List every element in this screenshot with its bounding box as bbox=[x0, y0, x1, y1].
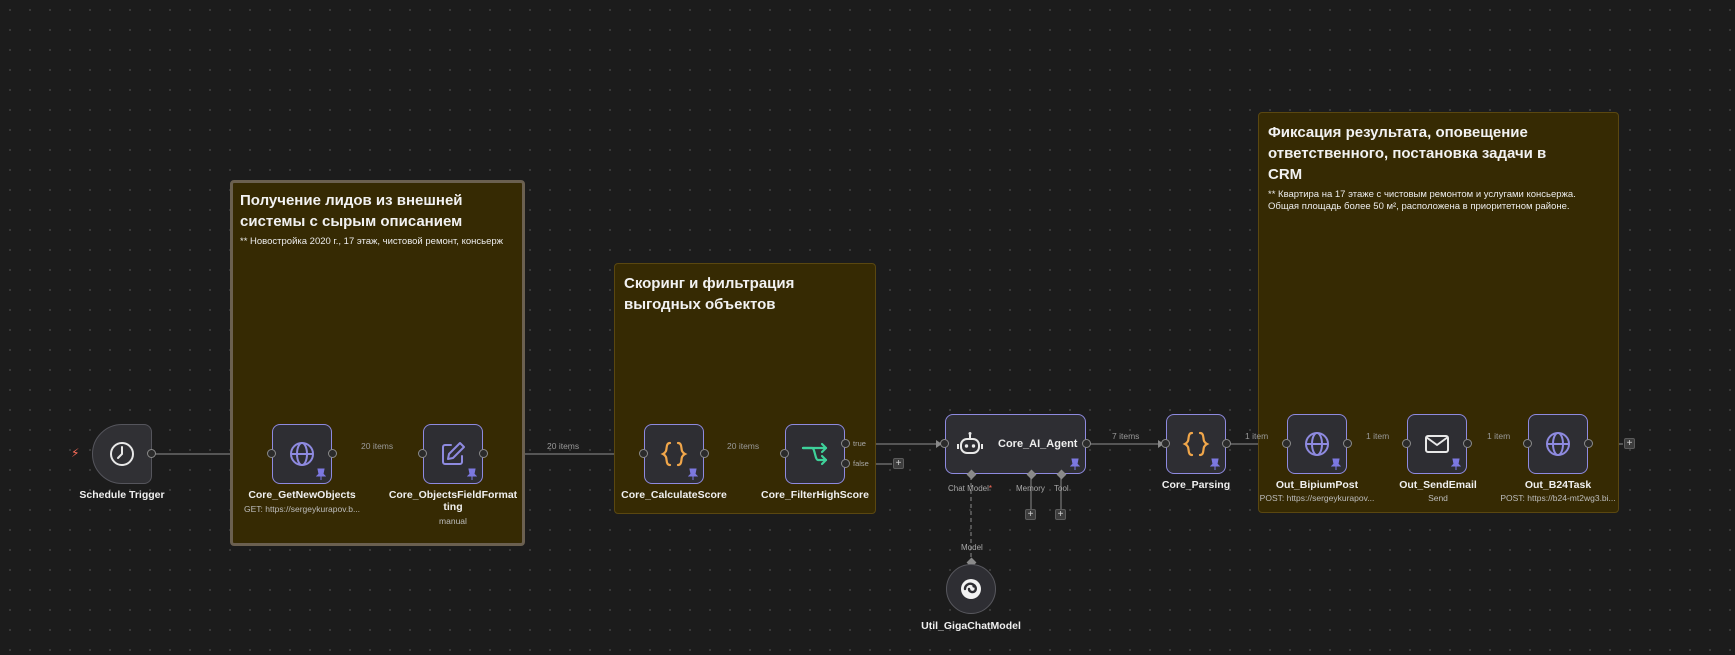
edge-item-count: 20 items bbox=[547, 441, 580, 451]
output-handle[interactable] bbox=[1463, 439, 1472, 448]
add-node-button[interactable]: + bbox=[893, 458, 904, 469]
true-branch-label: true bbox=[853, 439, 866, 448]
node-label: Core_Parsing bbox=[1161, 479, 1231, 491]
sticky-title: Фиксация результата, оповещение ответств… bbox=[1268, 124, 1547, 183]
clock-icon bbox=[110, 442, 134, 466]
false-output-handle[interactable] bbox=[841, 459, 850, 468]
robot-icon bbox=[957, 432, 983, 454]
node-label: Core_AI_Agent bbox=[998, 438, 1078, 450]
code-braces-icon bbox=[1182, 431, 1210, 457]
pin-icon bbox=[688, 468, 698, 480]
node-subtitle: manual bbox=[439, 516, 467, 526]
add-tool-button[interactable]: + bbox=[1055, 509, 1066, 520]
trigger-bolt-icon: ⚡ bbox=[71, 446, 80, 460]
node-label: Schedule Trigger bbox=[79, 489, 165, 501]
edge-item-count: 7 items bbox=[1112, 431, 1140, 441]
node-core-ai-agent[interactable]: Core_AI_Agent bbox=[945, 414, 1086, 474]
node-label: Out_B24Task bbox=[1524, 479, 1592, 491]
node-subtitle: POST: https://b24-mt2wg3.bi... bbox=[1500, 493, 1616, 503]
output-handle[interactable] bbox=[147, 449, 156, 458]
globe-icon bbox=[290, 442, 314, 466]
input-handle[interactable] bbox=[1402, 439, 1411, 448]
code-braces-icon bbox=[660, 441, 688, 467]
pin-icon bbox=[316, 468, 326, 480]
node-subtitle: Send bbox=[1428, 493, 1448, 503]
node-subtitle: GET: https://sergeykurapov.b... bbox=[243, 504, 361, 514]
input-handle[interactable] bbox=[1523, 439, 1532, 448]
node-core-get-new-objects[interactable] bbox=[272, 424, 332, 484]
node-label: Core_GetNewObjects bbox=[248, 489, 356, 501]
sticky-title: Скоринг и фильтрация выгодных объектов bbox=[624, 275, 795, 313]
memory-slot-label: Memory bbox=[1016, 484, 1045, 493]
false-branch-label: false bbox=[853, 459, 869, 468]
node-schedule-trigger[interactable] bbox=[92, 424, 152, 484]
input-handle[interactable] bbox=[940, 439, 949, 448]
output-handle[interactable] bbox=[700, 449, 709, 458]
output-handle[interactable] bbox=[1584, 439, 1593, 448]
pin-icon bbox=[1331, 458, 1341, 470]
model-connector-label: Model bbox=[961, 543, 983, 552]
node-out-send-email[interactable] bbox=[1407, 414, 1467, 474]
input-handle[interactable] bbox=[418, 449, 427, 458]
tool-slot-label: Tool bbox=[1054, 484, 1069, 493]
node-util-gigachat-model[interactable] bbox=[946, 564, 996, 614]
globe-icon bbox=[1305, 432, 1329, 456]
sticky-body: ** Квартира на 17 этаже с чистовым ремон… bbox=[1268, 189, 1576, 212]
output-handle[interactable] bbox=[1222, 439, 1231, 448]
input-handle[interactable] bbox=[1282, 439, 1291, 448]
node-label: Core_FilterHighScore bbox=[761, 489, 869, 501]
input-handle[interactable] bbox=[780, 449, 789, 458]
globe-icon bbox=[1546, 432, 1570, 456]
output-handle[interactable] bbox=[1082, 439, 1091, 448]
node-core-calculate-score[interactable] bbox=[644, 424, 704, 484]
chat-model-slot-label: Chat Model* bbox=[948, 484, 993, 493]
output-handle[interactable] bbox=[1343, 439, 1352, 448]
node-label: Out_BipiumPost bbox=[1275, 479, 1359, 491]
sticky-body: ** Новостройка 2020 г., 17 этаж, чистово… bbox=[240, 236, 503, 247]
node-core-filter-high-score[interactable] bbox=[785, 424, 845, 484]
node-core-objects-field-formatting[interactable] bbox=[423, 424, 483, 484]
pin-icon bbox=[1070, 458, 1080, 470]
node-label: Core_CalculateScore bbox=[621, 489, 727, 501]
branch-icon bbox=[801, 442, 828, 466]
edge-item-count: 20 items bbox=[727, 441, 760, 451]
node-label: Core_ObjectsFieldFormat ting bbox=[388, 489, 518, 513]
pin-icon bbox=[1210, 458, 1220, 470]
edge-item-count: 1 item bbox=[1245, 431, 1269, 441]
edge-item-count: 20 items bbox=[361, 441, 394, 451]
edge-item-count: 1 item bbox=[1487, 431, 1511, 441]
add-node-button[interactable]: + bbox=[1624, 438, 1635, 449]
true-output-handle[interactable] bbox=[841, 439, 850, 448]
node-subtitle: POST: https://sergeykurapov... bbox=[1259, 493, 1375, 503]
input-handle[interactable] bbox=[267, 449, 276, 458]
sticky-title: Получение лидов из внешней системы с сыр… bbox=[240, 192, 463, 230]
node-core-parsing[interactable] bbox=[1166, 414, 1226, 474]
output-handle[interactable] bbox=[479, 449, 488, 458]
node-label: Out_SendEmail bbox=[1399, 479, 1477, 491]
input-handle[interactable] bbox=[639, 449, 648, 458]
add-memory-button[interactable]: + bbox=[1025, 509, 1036, 520]
edit-icon bbox=[442, 442, 465, 465]
node-label: Util_GigaChatModel bbox=[921, 620, 1021, 632]
workflow-canvas[interactable]: Получение лидов из внешней системы с сыр… bbox=[0, 0, 1735, 655]
gigachat-icon bbox=[961, 579, 981, 599]
pin-icon bbox=[1451, 458, 1461, 470]
envelope-icon bbox=[1425, 435, 1449, 453]
node-out-b24-task[interactable] bbox=[1528, 414, 1588, 474]
input-handle[interactable] bbox=[1161, 439, 1170, 448]
edge-item-count: 1 item bbox=[1366, 431, 1390, 441]
pin-icon bbox=[467, 468, 477, 480]
output-handle[interactable] bbox=[328, 449, 337, 458]
node-out-bipium-post[interactable] bbox=[1287, 414, 1347, 474]
